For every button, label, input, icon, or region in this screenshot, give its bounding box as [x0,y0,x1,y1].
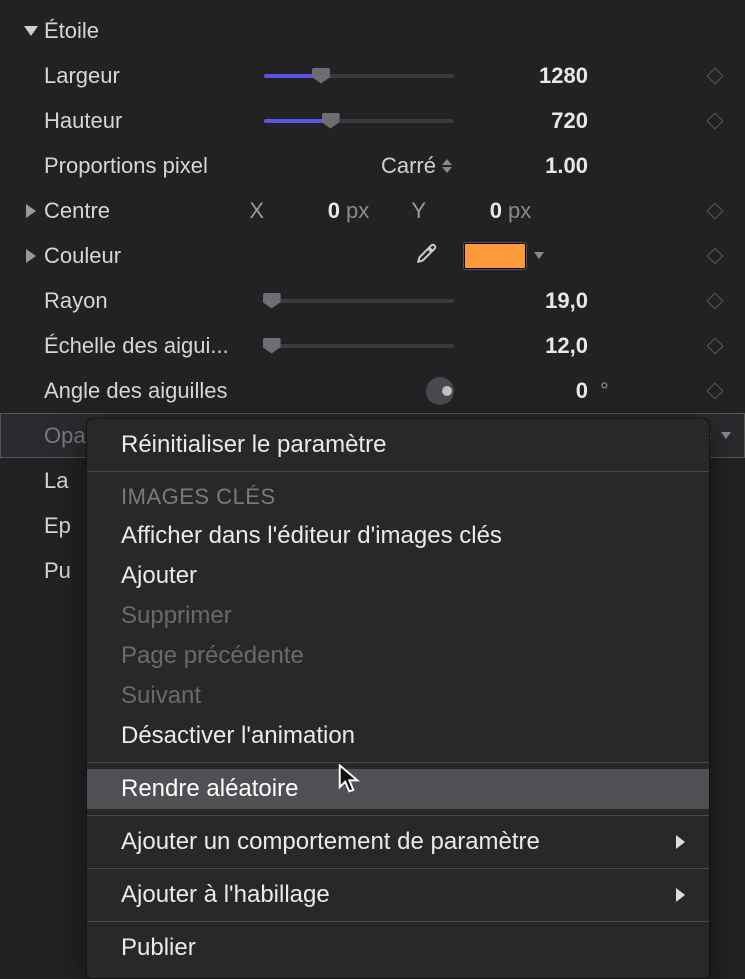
menu-item-delete-keyframe: Supprimer [87,596,709,636]
centre-y-value[interactable]: 0 [426,198,502,224]
group-title: Étoile [44,18,234,44]
chevron-down-icon[interactable] [534,252,544,259]
param-row-hauteur: Hauteur 720 [0,98,745,143]
hauteur-value[interactable]: 720 [454,108,594,134]
param-row-rayon: Rayon 19,0 [0,278,745,323]
angle-dial[interactable] [426,377,454,405]
menu-separator [87,868,709,869]
largeur-value[interactable]: 1280 [454,63,594,89]
param-label: Largeur [44,63,234,89]
menu-item-disable-animation[interactable]: Désactiver l'animation [87,716,709,756]
param-row-largeur: Largeur 1280 [0,53,745,98]
param-row-couleur: Couleur [0,233,745,278]
param-label: Centre [44,198,234,224]
menu-separator [87,921,709,922]
chevron-down-icon[interactable] [721,432,731,439]
menu-item-label: Ajouter un comportement de paramètre [121,828,540,856]
menu-separator [87,762,709,763]
keyframe-icon[interactable] [707,337,724,354]
menu-item-show-keyframe-editor[interactable]: Afficher dans l'éditeur d'images clés [87,516,709,556]
menu-item-label: Ajouter à l'habillage [121,881,330,909]
menu-item-publish[interactable]: Publier [87,928,709,968]
param-row-angle: Angle des aiguilles 0 ° [0,368,745,413]
hauteur-slider[interactable] [264,119,454,123]
submenu-arrow-icon [676,888,685,902]
y-unit: px [502,198,542,224]
menu-item-add-parameter-behavior[interactable]: Ajouter un comportement de paramètre [87,822,709,862]
keyframe-icon[interactable] [707,67,724,84]
menu-separator [87,471,709,472]
rayon-slider[interactable] [264,299,454,303]
menu-item-add-to-rig[interactable]: Ajouter à l'habillage [87,875,709,915]
disclosure-right-icon[interactable] [18,249,44,263]
param-label: Angle des aiguilles [44,378,234,404]
keyframe-icon[interactable] [707,292,724,309]
y-label: Y [380,198,426,224]
angle-unit: ° [594,378,644,404]
keyframe-icon[interactable] [707,202,724,219]
updown-icon[interactable] [440,159,454,173]
param-label: Rayon [44,288,234,314]
param-label: Hauteur [44,108,234,134]
submenu-arrow-icon [676,835,685,849]
echelle-slider[interactable] [264,344,454,348]
param-row-proportions: Proportions pixel Carré 1.00 [0,143,745,188]
menu-item-randomize[interactable]: Rendre aléatoire [87,769,709,809]
param-label: Échelle des aigui... [44,333,234,359]
menu-section-keyframes: IMAGES CLÉS [87,478,709,516]
menu-item-add-keyframe[interactable]: Ajouter [87,556,709,596]
group-header-etoile[interactable]: Étoile [0,8,745,53]
keyframe-icon[interactable] [707,247,724,264]
color-swatch[interactable] [464,243,526,269]
disclosure-right-icon[interactable] [18,204,44,218]
largeur-slider[interactable] [264,74,454,78]
proportions-value[interactable]: 1.00 [454,153,594,179]
menu-separator [87,815,709,816]
animation-context-menu: Réinitialiser le paramètre IMAGES CLÉS A… [86,418,710,979]
centre-x-value[interactable]: 0 [264,198,340,224]
menu-item-next-keyframe: Suivant [87,676,709,716]
keyframe-icon[interactable] [707,112,724,129]
param-row-echelle: Échelle des aigui... 12,0 [0,323,745,368]
menu-item-reset[interactable]: Réinitialiser le paramètre [87,425,709,465]
eyedropper-icon[interactable] [414,240,440,272]
rayon-value[interactable]: 19,0 [454,288,594,314]
echelle-value[interactable]: 12,0 [454,333,594,359]
keyframe-icon[interactable] [707,382,724,399]
menu-item-prev-keyframe: Page précédente [87,636,709,676]
x-label: X [234,198,264,224]
disclosure-down-icon[interactable] [18,26,44,36]
x-unit: px [340,198,380,224]
param-label: Proportions pixel [44,153,234,179]
angle-value[interactable]: 0 [454,378,594,404]
proportions-option[interactable]: Carré [381,153,436,179]
param-label: Couleur [44,243,234,269]
param-row-centre: Centre X 0 px Y 0 px [0,188,745,233]
